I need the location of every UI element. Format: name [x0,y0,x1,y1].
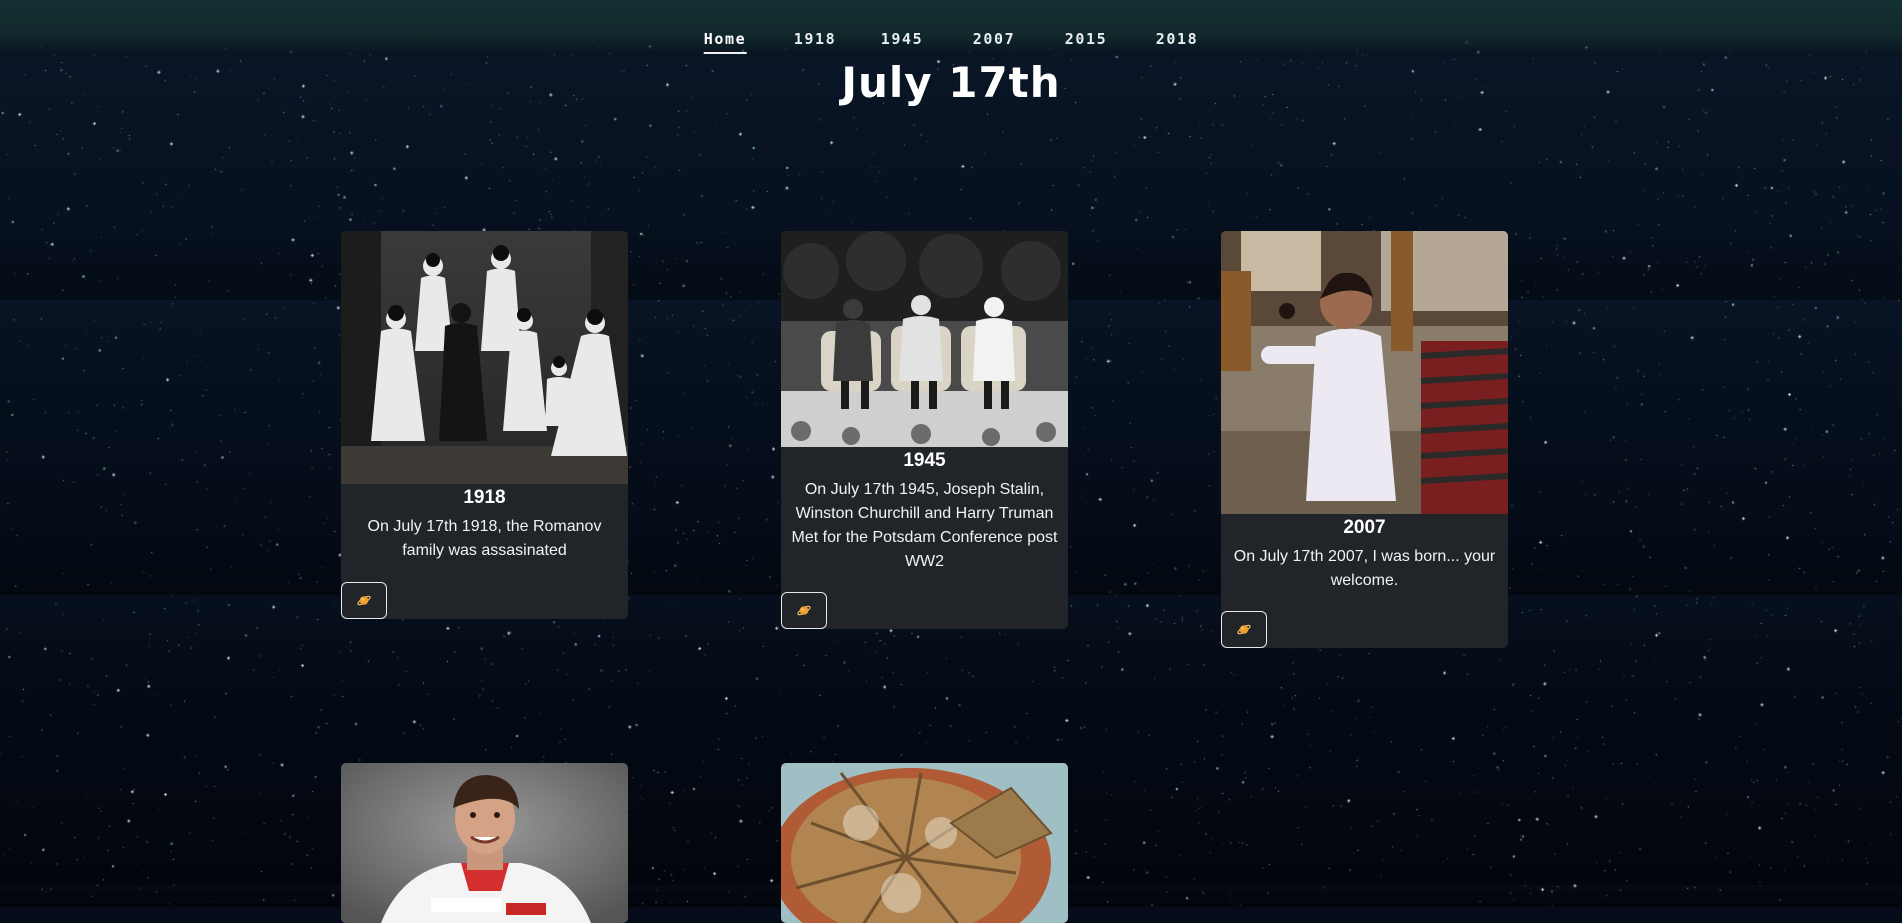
planet-button[interactable] [781,592,827,629]
nav-link-2007[interactable]: 2007 [973,30,1016,48]
event-card-2007: 2007 On July 17th 2007, I was born... yo… [1221,231,1508,648]
card-title: 1945 [903,450,946,471]
nav-link-home[interactable]: Home [703,30,747,54]
nav-link-1918[interactable]: 1918 [794,30,837,48]
card-text: On July 17th 2007, I was born... your we… [1233,548,1496,589]
planet-icon [1222,612,1266,648]
card-text: On July 17th 1918, the Romanov family wa… [367,518,602,559]
event-card-2015 [341,763,628,923]
top-navbar: Home 1918 1945 2007 2015 2018 [0,0,1902,62]
soda-bread-photo [781,763,1068,923]
planet-icon [782,593,826,629]
nav-link-2018[interactable]: 2018 [1156,30,1199,48]
potsdam-conference-photo [781,231,1068,447]
card-title: 2007 [1343,517,1386,538]
card-title: 1918 [463,487,506,508]
page-title: July 17th [841,58,1061,107]
event-card-1918: 1918 On July 17th 1918, the Romanov fami… [341,231,628,619]
romanov-family-photo [341,231,628,484]
nav-link-2015[interactable]: 2015 [1065,30,1108,48]
planet-button[interactable] [1221,611,1267,648]
active-nav-underline [703,52,747,54]
event-card-1945: 1945 On July 17th 1945, Joseph Stalin, W… [781,231,1068,629]
nav-link-1945[interactable]: 1945 [881,30,924,48]
planet-icon [342,583,386,619]
event-card-2018 [781,763,1068,923]
baby-photo [1221,231,1508,514]
card-text: On July 17th 1945, Joseph Stalin, Winsto… [791,481,1058,570]
racing-driver-photo [341,763,628,923]
planet-button[interactable] [341,582,387,619]
